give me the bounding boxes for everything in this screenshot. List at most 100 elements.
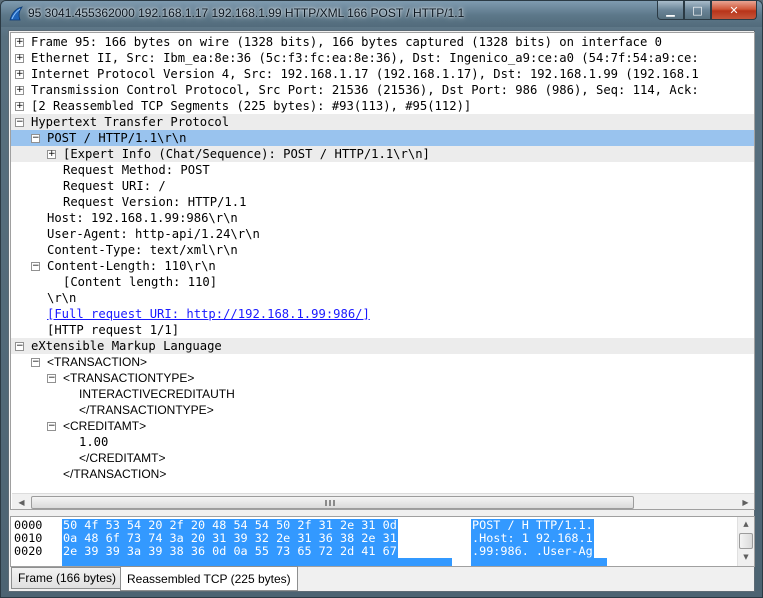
tree-row-label: [Expert Info (Chat/Sequence): POST / HTT… (63, 147, 430, 161)
tree-row-creditamt-open[interactable]: − <CREDITAMT> (11, 418, 754, 434)
tree-row-label: Transmission Control Protocol, Src Port:… (31, 83, 699, 97)
packet-details-window: 95 3041.455362000 192.168.1.17 192.168.1… (0, 0, 763, 598)
tree-row-http-request[interactable]: [HTTP request 1/1] (11, 322, 754, 338)
byte-offset: 0020 (14, 544, 43, 558)
byte-row-partial (11, 558, 741, 566)
scrollbar-thumb[interactable] (739, 533, 753, 549)
tree-row-label: [Content length: 110] (63, 275, 218, 289)
byte-hex[interactable]: 2e 39 39 3a 39 38 36 0d 0a 55 73 65 72 2… (62, 545, 398, 558)
tree-row-frame[interactable]: + Frame 95: 166 bytes on wire (1328 bits… (11, 34, 754, 50)
grip-icon (325, 500, 335, 506)
tree-row-post-line[interactable]: − POST / HTTP/1.1\r\n (11, 130, 754, 146)
scroll-down-icon[interactable]: ▼ (738, 550, 754, 565)
byte-source-tabs: Frame (166 bytes) Reassembled TCP (225 b… (10, 566, 755, 591)
collapse-icon[interactable]: − (31, 358, 40, 367)
tree-row-content-type[interactable]: Content-Type: text/xml\r\n (11, 242, 754, 258)
expand-icon[interactable]: + (15, 86, 24, 95)
maximize-button[interactable]: □ (684, 1, 711, 20)
collapse-icon[interactable]: − (31, 262, 40, 271)
tree-row-label: Request URI: / (63, 179, 166, 193)
tree-row-label: [2 Reassembled TCP Segments (225 bytes):… (31, 99, 472, 113)
tree-row-content-length-inner[interactable]: [Content length: 110] (11, 274, 754, 290)
tree-row-user-agent[interactable]: User-Agent: http-api/1.24\r\n (11, 226, 754, 242)
byte-ascii[interactable]: .99:986. .User-Ag (471, 545, 594, 558)
tree-row-label: eXtensible Markup Language (31, 339, 222, 353)
tree-row-label: [HTTP request 1/1] (47, 323, 180, 337)
tab-frame[interactable]: Frame (166 bytes) (11, 567, 124, 589)
minimize-icon: ▁ (666, 3, 675, 17)
tree-row-label: Internet Protocol Version 4, Src: 192.16… (31, 67, 699, 81)
tree-row-label: Content-Length: 110\r\n (47, 259, 216, 273)
tree-row-xml[interactable]: − eXtensible Markup Language (11, 338, 754, 354)
tree-row-host[interactable]: Host: 192.168.1.99:986\r\n (11, 210, 754, 226)
client-area: + Frame 95: 166 bytes on wire (1328 bits… (8, 30, 755, 592)
byte-hex-partial (62, 558, 452, 566)
scroll-right-icon[interactable]: ▶ (737, 495, 754, 509)
collapse-icon[interactable]: − (15, 342, 24, 351)
tree-row-label: Frame 95: 166 bytes on wire (1328 bits),… (31, 35, 663, 49)
tree-row-http[interactable]: − Hypertext Transfer Protocol (11, 114, 754, 130)
collapse-icon[interactable]: − (31, 134, 40, 143)
tree-row-creditamt-close[interactable]: </CREDITAMT> (11, 450, 754, 466)
tree-row-label: Request Method: POST (63, 163, 210, 177)
tree-row-label: <TRANSACTIONTYPE> (63, 371, 195, 385)
packet-details-tree[interactable]: + Frame 95: 166 bytes on wire (1328 bits… (10, 32, 755, 510)
tree-row-creditamt-value[interactable]: 1.00 (11, 434, 754, 450)
tree-row-transactiontype-close[interactable]: </TRANSACTIONTYPE> (11, 402, 754, 418)
full-request-uri-link[interactable]: [Full request URI: http://192.168.1.99:9… (47, 306, 370, 322)
maximize-icon: □ (692, 3, 703, 17)
collapse-icon[interactable]: − (47, 374, 56, 383)
title-bar[interactable]: 95 3041.455362000 192.168.1.17 192.168.1… (1, 1, 762, 27)
expand-icon[interactable]: + (15, 102, 24, 111)
tree-row-ip[interactable]: + Internet Protocol Version 4, Src: 192.… (11, 66, 754, 82)
scrollbar-thumb[interactable] (31, 496, 634, 509)
horizontal-scrollbar[interactable]: ◀ ▶ (12, 493, 754, 509)
tree-row-request-method[interactable]: Request Method: POST (11, 162, 754, 178)
expand-icon[interactable]: + (15, 54, 24, 63)
scroll-left-icon[interactable]: ◀ (13, 495, 30, 509)
tree-row-transaction-open[interactable]: − <TRANSACTION> (11, 354, 754, 370)
tree-row-label: <CREDITAMT> (63, 419, 147, 433)
tree-row-ethernet[interactable]: + Ethernet II, Src: Ibm_ea:8e:36 (5c:f3:… (11, 50, 754, 66)
tree-row-transactiontype-open[interactable]: − <TRANSACTIONTYPE> (11, 370, 754, 386)
tree-row-label: <TRANSACTION> (47, 355, 148, 369)
byte-ascii-partial (471, 558, 607, 566)
collapse-icon[interactable]: − (15, 118, 24, 127)
tree-row-request-uri[interactable]: Request URI: / (11, 178, 754, 194)
window-title: 95 3041.455362000 192.168.1.17 192.168.1… (28, 6, 465, 20)
tree-row-label: Ethernet II, Src: Ibm_ea:8e:36 (5c:f3:fc… (31, 51, 699, 65)
tree-row-tcp[interactable]: + Transmission Control Protocol, Src Por… (11, 82, 754, 98)
tree-row-label: Host: 192.168.1.99:986\r\n (47, 211, 238, 225)
tree-row-transaction-close[interactable]: </TRANSACTION> (11, 466, 754, 482)
expand-icon[interactable]: + (15, 70, 24, 79)
expand-icon[interactable]: + (47, 150, 56, 159)
tree-row-label: INTERACTIVECREDITAUTH (79, 387, 235, 401)
tree-row-request-version[interactable]: Request Version: HTTP/1.1 (11, 194, 754, 210)
packet-bytes-pane[interactable]: 0000 50 4f 53 54 20 2f 20 48 54 54 50 2f… (10, 516, 755, 567)
scroll-up-icon[interactable]: ▲ (738, 517, 754, 532)
tree-row-label: Content-Type: text/xml\r\n (47, 243, 238, 257)
tree-row-label: User-Agent: http-api/1.24\r\n (47, 227, 260, 241)
close-icon: ✕ (729, 3, 739, 17)
window-controls: ▁ □ ✕ (657, 1, 757, 20)
vertical-scrollbar[interactable]: ▲ ▼ (737, 517, 754, 566)
collapse-icon[interactable]: − (47, 422, 56, 431)
tree-row-content-length[interactable]: − Content-Length: 110\r\n (11, 258, 754, 274)
minimize-button[interactable]: ▁ (657, 1, 684, 20)
tree-row-full-uri[interactable]: [Full request URI: http://192.168.1.99:9… (11, 306, 754, 322)
byte-row[interactable]: 0020 2e 39 39 3a 39 38 36 0d 0a 55 73 65… (11, 545, 741, 558)
close-button[interactable]: ✕ (711, 1, 757, 20)
tree-row-expert-info[interactable]: + [Expert Info (Chat/Sequence): POST / H… (11, 146, 754, 162)
tree-row-transactiontype-value[interactable]: INTERACTIVECREDITAUTH (11, 386, 754, 402)
wireshark-fin-icon (9, 6, 23, 21)
tree-row-label: \r\n (47, 291, 77, 305)
tree-row-reassembled[interactable]: + [2 Reassembled TCP Segments (225 bytes… (11, 98, 754, 114)
tree-row-label: Request Version: HTTP/1.1 (63, 195, 247, 209)
tree-row-label: 1.00 (79, 435, 109, 449)
tree-row-crlf[interactable]: \r\n (11, 290, 754, 306)
tab-reassembled-tcp[interactable]: Reassembled TCP (225 bytes) (120, 566, 298, 591)
expand-icon[interactable]: + (15, 38, 24, 47)
tree-row-label: Hypertext Transfer Protocol (31, 115, 230, 129)
tree-row-label: POST / HTTP/1.1\r\n (47, 131, 187, 145)
tree-row-label: </TRANSACTION> (63, 467, 167, 481)
